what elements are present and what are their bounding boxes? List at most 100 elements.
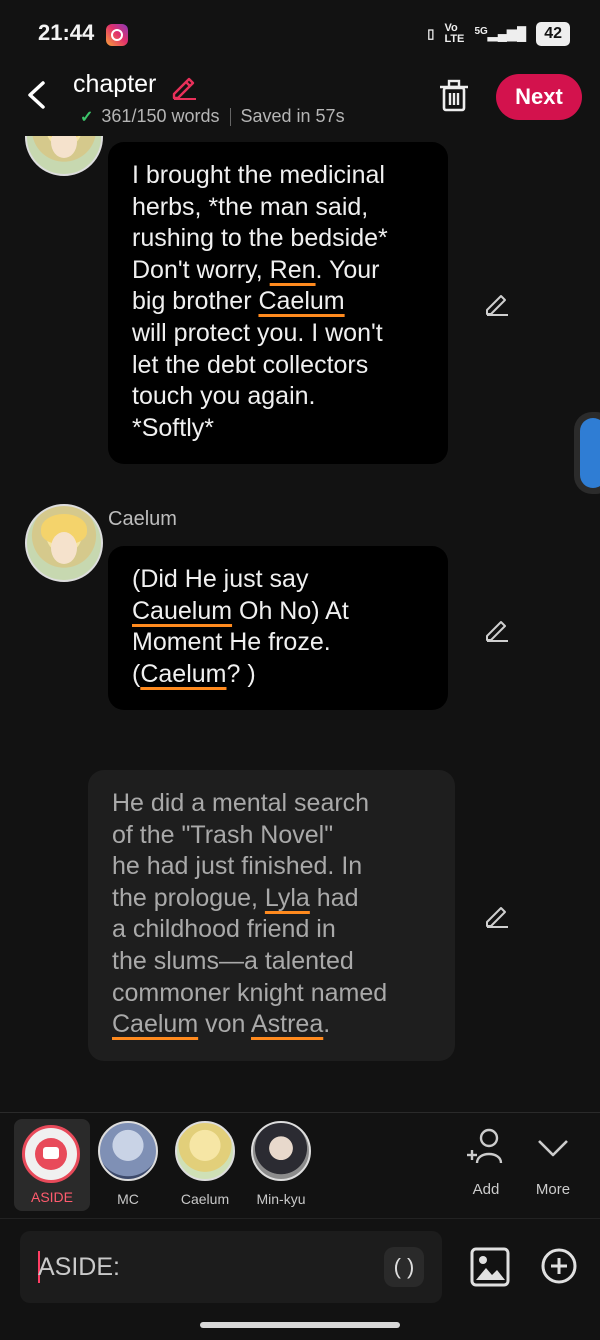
character-bar: ASIDE MC Caelum Min-kyu Add More — [0, 1112, 600, 1219]
highlighted-name: Caelum — [140, 659, 227, 688]
message-line: Moment He froze. — [132, 627, 424, 659]
message-text: a childhood friend in — [112, 915, 336, 944]
more-button[interactable]: More — [523, 1127, 583, 1198]
parentheses-button[interactable]: ( ) — [384, 1247, 424, 1287]
add-character-button[interactable]: Add — [456, 1127, 516, 1198]
character-mc[interactable]: MC — [98, 1121, 158, 1207]
highlighted-name: Cauelum — [132, 596, 233, 625]
message-line: Don't worry, Ren. Your — [132, 255, 424, 287]
divider — [229, 107, 231, 126]
edit-title-pencil-icon[interactable] — [170, 72, 198, 100]
input-value: ASIDE: — [38, 1253, 120, 1281]
message-line: will protect you. I won't — [132, 318, 424, 350]
message-text: had — [309, 883, 359, 912]
message-line: *Softly* — [132, 413, 424, 445]
highlighted-name: Caelum — [112, 1010, 199, 1039]
message-text: He did a mental search — [112, 789, 370, 817]
aside-chat-icon — [22, 1125, 80, 1183]
clock: 21:44 — [38, 20, 95, 45]
avatar-caelum — [175, 1121, 235, 1181]
signal-icon: 5G▂▄▆█ — [474, 26, 527, 41]
scroll-handle[interactable] — [574, 412, 600, 494]
message-text: Moment He froze. — [132, 628, 331, 657]
message-text: of the "Trash Novel" — [112, 820, 334, 849]
edit-message-pencil-icon[interactable] — [484, 290, 510, 316]
message-input[interactable]: ASIDE: ( ) — [20, 1231, 442, 1303]
message-text: will protect you. I won't — [132, 318, 383, 347]
message-text: commoner knight named — [112, 978, 388, 1007]
message-text: Oh No) At — [232, 596, 349, 625]
battery-icon: 42 — [536, 22, 570, 46]
aside-bubble[interactable]: He did a mental search of the "Trash Nove… — [88, 770, 455, 1061]
character-label: ASIDE — [30, 1189, 73, 1205]
message-text: von — [198, 1010, 251, 1039]
chevron-down-icon — [538, 1140, 568, 1157]
more-label: More — [535, 1181, 571, 1198]
message-bubble[interactable]: I brought the medicinal herbs, *the man s… — [108, 142, 448, 464]
message-line: I brought the medicinal — [132, 160, 424, 192]
back-arrow-icon[interactable] — [22, 78, 52, 112]
message-text: . — [323, 1010, 331, 1039]
speaker-name: Caelum — [108, 508, 177, 530]
message-text: *Softly* — [132, 413, 214, 442]
avatar-min-kyu — [251, 1121, 311, 1181]
editor-header: chapter ✓ 361/150 words Saved in 57s Nex… — [0, 66, 600, 136]
avatar-caelum[interactable] — [25, 136, 103, 176]
message-text: rushing to the bedside* — [132, 224, 388, 253]
chapter-title[interactable]: chapter — [73, 70, 156, 99]
edit-message-pencil-icon[interactable] — [484, 902, 510, 928]
chat-area[interactable]: I brought the medicinal herbs, *the man s… — [0, 136, 600, 1112]
message-line: let the debt collectors — [132, 350, 424, 382]
message-text: the slums—a talented — [112, 946, 354, 975]
message-text: herbs, *the man said, — [132, 192, 369, 221]
message-line: He did a mental search — [112, 788, 431, 820]
vibrate-icon: ▯ — [427, 26, 435, 41]
message-line: of the "Trash Novel" — [112, 820, 431, 852]
character-label: MC — [117, 1191, 139, 1207]
input-row: ASIDE: ( ) — [0, 1218, 600, 1317]
avatar-caelum[interactable] — [25, 504, 103, 582]
message-text: Don't worry, — [132, 255, 270, 284]
system-icons: ▯ Vo LTE 5G▂▄▆█ 42 — [427, 22, 570, 46]
add-label: Add — [472, 1181, 500, 1198]
image-icon[interactable] — [470, 1247, 510, 1287]
save-status: ✓ 361/150 words Saved in 57s — [80, 106, 345, 127]
gesture-nav-bar — [0, 1316, 600, 1340]
character-min-kyu[interactable]: Min-kyu — [251, 1121, 311, 1207]
trash-icon[interactable] — [438, 78, 470, 112]
message-text: he had just finished. In — [112, 852, 363, 881]
avatar-mc — [98, 1121, 158, 1181]
home-indicator[interactable] — [200, 1322, 400, 1328]
message-text: touch you again. — [132, 382, 316, 411]
add-circle-icon[interactable] — [540, 1247, 578, 1285]
instagram-notification-icon — [106, 24, 128, 46]
message-line: big brother Caelum — [132, 286, 424, 318]
add-person-icon — [467, 1128, 503, 1164]
message-line: Cauelum Oh No) At — [132, 596, 424, 628]
message-bubble[interactable]: (Did He just say Cauelum Oh No) At Moment … — [108, 546, 448, 710]
message-line: (Caelum? ) — [132, 659, 424, 691]
highlighted-name: Ren — [269, 255, 316, 284]
message-text: I brought the medicinal — [132, 161, 385, 189]
character-caelum[interactable]: Caelum — [175, 1121, 235, 1207]
character-label: Min-kyu — [256, 1191, 306, 1207]
status-bar: 21:44 ▯ Vo LTE 5G▂▄▆█ 42 — [0, 0, 600, 66]
message-line: (Did He just say — [132, 564, 424, 596]
saved-status: Saved in 57s — [240, 106, 345, 126]
message-line: touch you again. — [132, 381, 424, 413]
character-label: Caelum — [180, 1191, 230, 1207]
highlighted-name: Caelum — [258, 287, 345, 316]
message-line: a childhood friend in — [112, 914, 431, 946]
message-line: rushing to the bedside* — [132, 223, 424, 255]
next-button[interactable]: Next — [496, 74, 582, 120]
character-aside[interactable]: ASIDE — [14, 1119, 90, 1211]
edit-message-pencil-icon[interactable] — [484, 616, 510, 642]
message-text: (Did He just say — [132, 565, 309, 593]
check-icon: ✓ — [80, 108, 94, 126]
message-line: the prologue, Lyla had — [112, 883, 431, 915]
message-line: commoner knight named — [112, 978, 431, 1010]
message-text: big brother — [132, 287, 259, 316]
message-text: the prologue, — [112, 883, 265, 912]
message-text: ? ) — [226, 659, 256, 688]
message-text: let the debt collectors — [132, 350, 369, 379]
